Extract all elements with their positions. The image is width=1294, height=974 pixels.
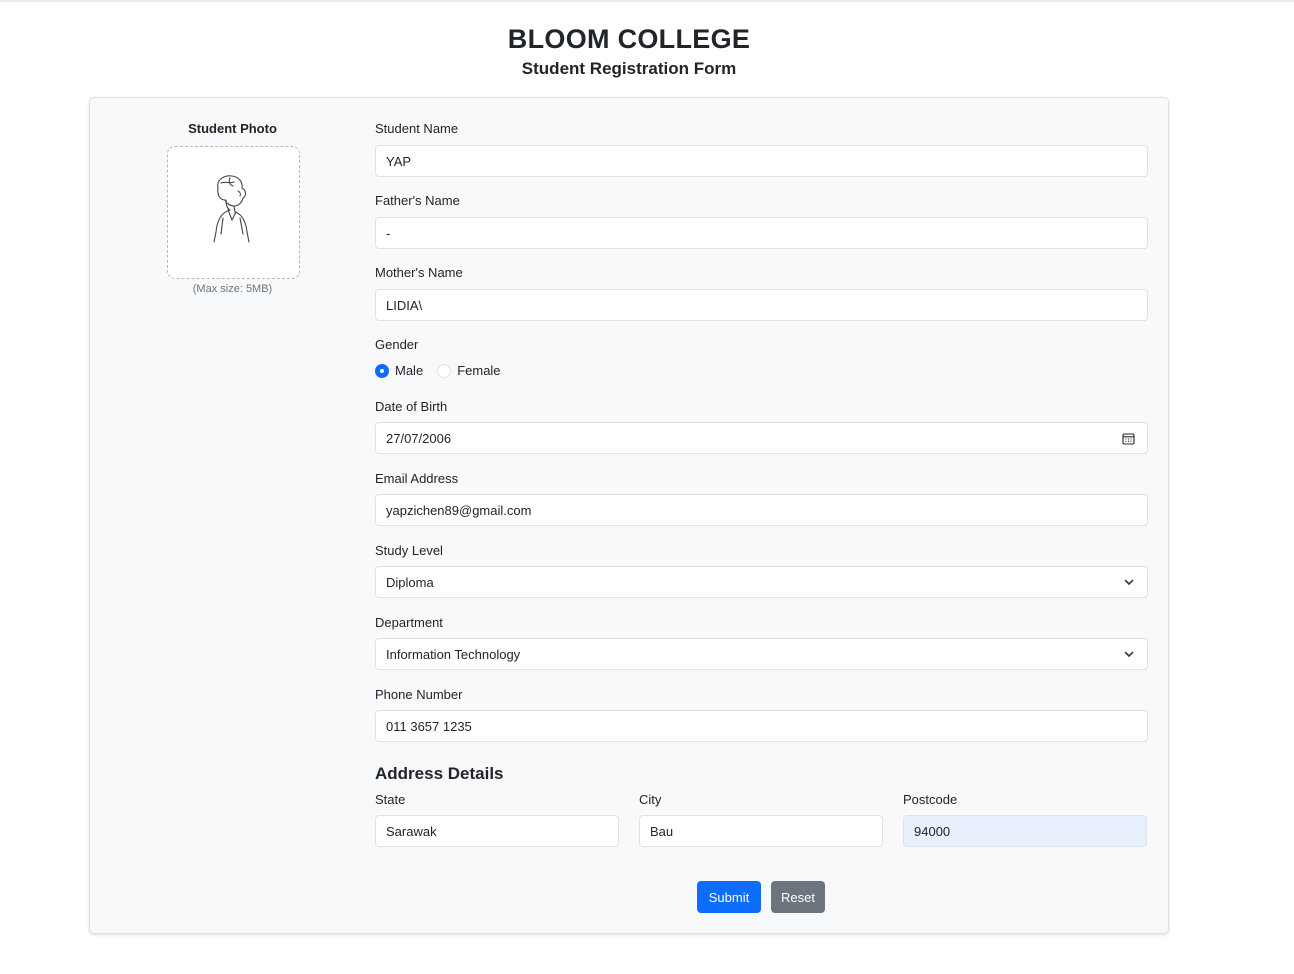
phone-value: 011 3657 1235 [386, 718, 472, 734]
submit-button[interactable]: Submit [697, 881, 761, 913]
state-value: Sarawak [386, 823, 437, 839]
male-radio[interactable] [375, 363, 389, 378]
mother-name-input[interactable]: LIDIA\ [375, 289, 1148, 321]
state-input[interactable]: Sarawak [375, 815, 619, 847]
student-photo-placeholder-icon [213, 175, 250, 243]
postcode-input[interactable]: 94000 [903, 815, 1147, 847]
form-subtitle: Student Registration Form [521, 59, 737, 78]
email-label: Email Address [375, 471, 459, 486]
study-level-label: Study Level [375, 543, 443, 558]
registration-form-card: Student Photo (Max size: 5MB) Student Na… [89, 97, 1169, 934]
page-header: BLOOM COLLEGE Student Registration Form [0, 22, 1258, 80]
dob-input[interactable]: 27/07/2006 [375, 422, 1148, 454]
gender-radio-group: Male Female [375, 363, 515, 378]
student-name-label: Student Name [375, 121, 459, 136]
email-input[interactable]: yapzichen89@gmail.com [375, 494, 1148, 526]
father-name-label: Father's Name [375, 193, 460, 208]
reset-button[interactable]: Reset [771, 881, 825, 913]
mother-name-value: LIDIA\ [386, 297, 423, 313]
study-level-select[interactable]: Diploma [375, 566, 1148, 598]
female-radio[interactable] [437, 363, 452, 378]
mother-name-label: Mother's Name [375, 265, 463, 280]
phone-label: Phone Number [375, 687, 463, 702]
phone-input[interactable]: 011 3657 1235 [375, 710, 1148, 742]
photo-upload-box[interactable] [167, 146, 300, 279]
email-value: yapzichen89@gmail.com [386, 502, 532, 518]
college-title: BLOOM COLLEGE [507, 24, 751, 54]
study-level-value: Diploma [386, 574, 434, 590]
photo-size-note: (Max size: 5MB) [192, 283, 273, 295]
department-select[interactable]: Information Technology [375, 638, 1148, 670]
city-value: Bau [650, 823, 674, 839]
top-divider [0, 0, 1294, 2]
dob-label: Date of Birth [375, 399, 448, 414]
postcode-label: Postcode [903, 792, 958, 807]
student-name-value: YAP [386, 153, 412, 169]
chevron-down-icon [1123, 576, 1135, 591]
gender-option-male[interactable]: Male [375, 363, 423, 378]
chevron-down-icon [1123, 648, 1135, 663]
department-label: Department [375, 615, 443, 630]
male-radio-label: Male [395, 363, 424, 378]
department-value: Information Technology [386, 646, 521, 662]
student-name-input[interactable]: YAP [375, 145, 1148, 177]
gender-label: Gender [375, 337, 419, 352]
gender-option-female[interactable]: Female [437, 363, 501, 378]
calendar-icon[interactable] [1122, 432, 1135, 448]
dob-value: 27/07/2006 [386, 430, 452, 446]
city-label: City [639, 792, 662, 807]
photo-label: Student Photo [188, 121, 277, 136]
female-radio-label: Female [457, 363, 501, 378]
father-name-input[interactable]: - [375, 217, 1148, 249]
address-section-title: Address Details [375, 764, 504, 783]
state-label: State [375, 792, 406, 807]
city-input[interactable]: Bau [639, 815, 883, 847]
father-name-value: - [386, 225, 391, 241]
postcode-value: 94000 [914, 823, 951, 839]
